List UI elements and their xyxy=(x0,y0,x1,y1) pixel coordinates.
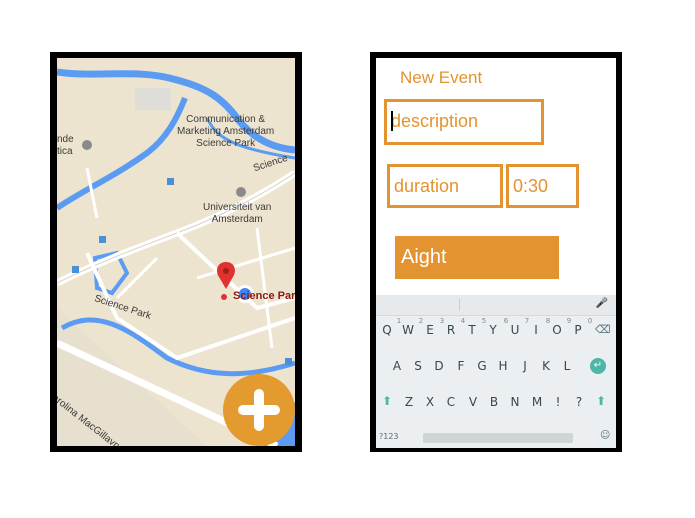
key-exclamation[interactable]: ! xyxy=(549,395,567,409)
key-z[interactable]: Z xyxy=(400,395,418,409)
map-view[interactable]: Communication & Marketing Amsterdam Scie… xyxy=(57,58,295,446)
key-o[interactable]: O xyxy=(548,323,566,337)
key-u[interactable]: U xyxy=(506,323,524,337)
map-label-tica: tica xyxy=(57,146,73,157)
key-x[interactable]: X xyxy=(421,395,439,409)
key-s[interactable]: S xyxy=(409,359,427,373)
duration-value-input[interactable]: 0:30 xyxy=(506,164,579,208)
enter-icon[interactable]: ↵ xyxy=(590,358,606,374)
keyboard-suggestion-bar: 🎤 xyxy=(376,295,616,316)
description-input[interactable]: description xyxy=(384,99,544,145)
duration-value: 0:30 xyxy=(513,176,549,196)
add-event-fab[interactable] xyxy=(223,374,295,446)
key-j[interactable]: J xyxy=(516,359,534,373)
key-f[interactable]: F xyxy=(452,359,470,373)
duration-label-field[interactable]: duration xyxy=(387,164,503,208)
key-q[interactable]: Q xyxy=(378,323,396,337)
key-n[interactable]: N xyxy=(506,395,524,409)
key-question[interactable]: ? xyxy=(570,395,588,409)
emoji-icon[interactable]: ☺ xyxy=(600,430,610,441)
key-g[interactable]: G xyxy=(473,359,491,373)
map-label-uva: Universiteit van Amsterdam xyxy=(203,202,272,225)
shift-icon[interactable]: ⬆ xyxy=(382,394,392,408)
key-y[interactable]: Y xyxy=(484,323,502,337)
aight-button[interactable]: Aight xyxy=(395,236,559,279)
numbers-key[interactable]: ?123 xyxy=(379,432,399,441)
keyboard-row-1: 1 Q 2 W 3 E 4 R 5 T 6 Y 7 U 8 I 9 O 0 P xyxy=(376,317,616,345)
backspace-icon[interactable]: ⌫ xyxy=(595,323,611,336)
mic-icon[interactable]: 🎤 xyxy=(596,298,608,309)
text-cursor xyxy=(391,111,393,131)
key-p[interactable]: P xyxy=(569,323,587,337)
duration-label: duration xyxy=(394,176,460,196)
description-placeholder: description xyxy=(391,111,479,131)
key-e[interactable]: E xyxy=(421,323,439,337)
keyboard-row-2: A S D F G H J K L ↵ xyxy=(376,353,616,381)
map-label-comm-marketing: Communication & Marketing Amsterdam Scie… xyxy=(177,114,275,149)
map-label-science-park-poi: Science Par xyxy=(233,290,295,302)
map-label-nde: nde xyxy=(57,134,74,145)
key-i[interactable]: I xyxy=(527,323,545,337)
key-v[interactable]: V xyxy=(464,395,482,409)
new-event-screen: New Event description duration 0:30 Aigh… xyxy=(376,58,616,448)
key-b[interactable]: B xyxy=(485,395,503,409)
space-bar[interactable] xyxy=(423,433,573,443)
keyboard-row-3: ⬆ Z X C V B N M ! ? ⬆ xyxy=(376,389,616,417)
key-k[interactable]: K xyxy=(537,359,555,373)
map-phone-frame: Communication & Marketing Amsterdam Scie… xyxy=(50,52,302,452)
key-d[interactable]: D xyxy=(430,359,448,373)
shift-icon[interactable]: ⬆ xyxy=(596,394,606,408)
key-h[interactable]: H xyxy=(494,359,512,373)
form-phone-frame: New Event description duration 0:30 Aigh… xyxy=(370,52,622,452)
key-m[interactable]: M xyxy=(528,395,546,409)
key-c[interactable]: C xyxy=(442,395,460,409)
key-l[interactable]: L xyxy=(558,359,576,373)
key-r[interactable]: R xyxy=(442,323,460,337)
page-title: New Event xyxy=(400,68,483,87)
key-a[interactable]: A xyxy=(388,359,406,373)
key-t[interactable]: T xyxy=(463,323,481,337)
soft-keyboard[interactable]: 🎤 1 Q 2 W 3 E 4 R 5 T 6 Y 7 U 8 I 9 O 0 … xyxy=(376,295,616,448)
key-w[interactable]: W xyxy=(399,323,417,337)
aight-button-label: Aight xyxy=(401,246,447,268)
